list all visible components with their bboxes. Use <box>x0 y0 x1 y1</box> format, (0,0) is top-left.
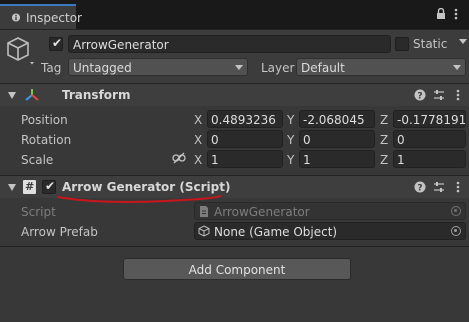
rotation-z-field[interactable]: 0 <box>393 130 466 148</box>
rotation-y-axis-label[interactable]: Y <box>287 134 294 146</box>
lock-icon[interactable] <box>436 8 446 20</box>
script-label: Script <box>21 205 56 219</box>
scale-x-field[interactable]: 1 <box>207 150 283 168</box>
constrain-proportions-link-icon[interactable] <box>172 152 186 164</box>
tab-label: Inspector <box>26 11 82 25</box>
tag-value: Untagged <box>73 61 132 75</box>
object-name-value: ArrowGenerator <box>73 38 169 52</box>
scale-y-value: 1 <box>303 153 311 167</box>
scale-label: Scale <box>21 153 54 167</box>
script-component-title: Arrow Generator (Script) <box>62 180 231 194</box>
tag-dropdown[interactable]: Untagged <box>68 58 248 76</box>
position-y-value: -2.068045 <box>303 113 365 127</box>
add-component-label: Add Component <box>188 263 286 277</box>
transform-title: Transform <box>62 88 131 102</box>
position-label: Position <box>21 113 68 127</box>
rotation-y-value: 0 <box>303 133 311 147</box>
object-picker-icon[interactable] <box>451 226 461 236</box>
static-label: Static <box>413 37 448 51</box>
scale-z-value: 1 <box>397 153 405 167</box>
svg-text:?: ? <box>417 184 422 194</box>
layer-dropdown[interactable]: Default <box>296 58 466 76</box>
presets-sliders-icon[interactable] <box>433 89 445 101</box>
arrow-prefab-label: Arrow Prefab <box>21 225 98 239</box>
position-x-field[interactable]: 0.4893236 <box>207 110 283 128</box>
tag-label: Tag <box>41 61 62 75</box>
help-icon[interactable]: ? <box>414 89 426 101</box>
active-checkbox[interactable]: ✔ <box>49 37 63 51</box>
scale-z-field[interactable]: 1 <box>393 150 466 168</box>
rotation-z-value: 0 <box>397 133 405 147</box>
add-component-button[interactable]: Add Component <box>123 258 351 280</box>
scale-x-axis-label[interactable]: X <box>194 154 202 166</box>
chevron-down-icon <box>235 65 243 70</box>
script-field: ArrowGenerator <box>194 202 466 220</box>
more-menu-icon[interactable] <box>456 89 460 101</box>
object-name-input[interactable]: ArrowGenerator <box>68 35 391 53</box>
object-picker-icon <box>451 206 461 216</box>
arrow-prefab-value: None (Game Object) <box>214 225 338 239</box>
rotation-x-axis-label[interactable]: X <box>194 134 202 146</box>
foldout-arrow-icon[interactable] <box>8 184 16 191</box>
tab-bar: Inspector <box>0 0 469 29</box>
object-header: ✔ ArrowGenerator Static Tag Untagged Lay… <box>0 30 469 83</box>
script-file-icon <box>200 206 208 217</box>
static-dropdown-icon[interactable] <box>459 39 467 45</box>
rotation-x-field[interactable]: 0 <box>207 130 283 148</box>
gameobject-cube-icon <box>198 225 210 237</box>
svg-text:?: ? <box>417 92 422 102</box>
layer-value: Default <box>301 61 345 75</box>
scale-x-value: 1 <box>211 153 219 167</box>
foldout-arrow-icon[interactable] <box>8 92 16 99</box>
scale-y-axis-label[interactable]: Y <box>287 154 294 166</box>
scale-z-axis-label[interactable]: Z <box>380 154 388 166</box>
more-menu-icon[interactable] <box>454 8 458 20</box>
position-y-axis-label[interactable]: Y <box>287 114 294 126</box>
layer-label: Layer <box>261 61 295 75</box>
check-icon: ✔ <box>52 36 63 50</box>
divider <box>0 246 469 247</box>
gameobject-cube-icon <box>7 37 34 65</box>
rotation-y-field[interactable]: 0 <box>299 130 375 148</box>
chevron-down-icon <box>453 65 461 70</box>
arrow-prefab-field[interactable]: None (Game Object) <box>194 222 466 240</box>
static-checkbox[interactable] <box>395 37 409 51</box>
position-z-axis-label[interactable]: Z <box>380 114 388 126</box>
csharp-script-icon: # <box>23 180 36 194</box>
rotation-z-axis-label[interactable]: Z <box>380 134 388 146</box>
transform-axes-icon <box>25 89 39 101</box>
rotation-label: Rotation <box>21 133 72 147</box>
position-y-field[interactable]: -2.068045 <box>299 110 375 128</box>
presets-sliders-icon[interactable] <box>433 181 445 193</box>
tab-inspector[interactable]: Inspector <box>0 4 82 29</box>
check-icon: ✔ <box>45 179 56 193</box>
help-icon[interactable]: ? <box>414 181 426 193</box>
position-z-value: -0.1778191 <box>397 113 467 127</box>
component-enabled-checkbox[interactable]: ✔ <box>42 180 56 194</box>
position-z-field[interactable]: -0.1778191 <box>393 110 466 128</box>
rotation-x-value: 0 <box>211 133 219 147</box>
position-x-value: 0.4893236 <box>211 113 276 127</box>
more-menu-icon[interactable] <box>456 181 460 193</box>
script-value: ArrowGenerator <box>214 205 310 219</box>
scale-y-field[interactable]: 1 <box>299 150 375 168</box>
position-x-axis-label[interactable]: X <box>194 114 202 126</box>
transform-header[interactable]: Transform ? <box>0 84 469 106</box>
info-icon <box>11 13 21 22</box>
